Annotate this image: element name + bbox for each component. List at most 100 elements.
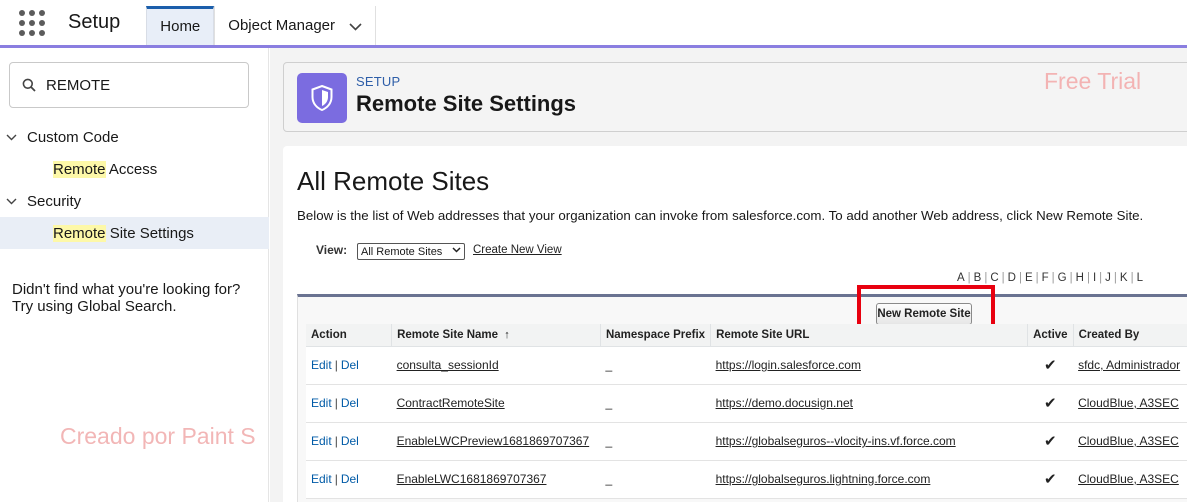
alpha-filter-letter[interactable]: G bbox=[1058, 272, 1067, 284]
app-name: Setup bbox=[68, 11, 121, 33]
alpha-filter-letter[interactable]: C bbox=[990, 272, 998, 284]
edit-link[interactable]: Edit bbox=[311, 472, 332, 486]
action-separator: | bbox=[334, 358, 338, 372]
tree-group-label: Security bbox=[27, 192, 82, 210]
app-launcher-icon bbox=[19, 9, 45, 36]
created-by-link[interactable]: CloudBlue, A3SEC bbox=[1073, 460, 1187, 499]
action-separator: | bbox=[334, 472, 338, 486]
tab-object-manager-label: Object Manager bbox=[228, 16, 336, 34]
quick-find-input[interactable] bbox=[46, 76, 226, 94]
alpha-separator: | bbox=[967, 272, 971, 284]
shield-icon bbox=[297, 73, 347, 123]
delete-link[interactable]: Del bbox=[341, 472, 359, 486]
sidebar-item-remote-site-settings[interactable]: Remote Site Settings bbox=[0, 217, 269, 249]
tab-object-manager[interactable]: Object Manager bbox=[214, 6, 377, 46]
tree-group-security[interactable]: Security bbox=[0, 185, 269, 217]
intro-text: Below is the list of Web addresses that … bbox=[297, 208, 1144, 223]
remote-site-name-link[interactable]: EnableLWC1681869707367 bbox=[391, 460, 601, 499]
alpha-separator: | bbox=[1069, 272, 1073, 284]
chevron-down-icon bbox=[452, 245, 461, 255]
namespace-prefix-cell: _ bbox=[600, 422, 711, 461]
action-cell: Edit | Del bbox=[306, 384, 392, 423]
alpha-filter-letter[interactable]: F bbox=[1042, 272, 1049, 284]
alpha-filter-letter[interactable]: J bbox=[1105, 272, 1111, 284]
column-header-created-by: Created By bbox=[1073, 324, 1187, 347]
sort-ascending-icon: ↑ bbox=[504, 328, 510, 341]
tree-group-custom-code[interactable]: Custom Code bbox=[0, 121, 269, 153]
table-row: Edit | Del consulta_sessionId _ https://login… bbox=[306, 346, 1187, 385]
alpha-filter-letter[interactable]: K bbox=[1120, 272, 1128, 284]
alpha-separator: | bbox=[1051, 272, 1055, 284]
edit-link[interactable]: Edit bbox=[311, 434, 332, 448]
alpha-separator: | bbox=[1113, 272, 1117, 284]
global-search-hint: Didn't find what you're looking for? Try… bbox=[12, 281, 240, 315]
created-by-link[interactable]: sfdc, Administrador bbox=[1073, 346, 1187, 385]
remote-site-name-link[interactable]: EnableLWCPreview1681869707367 bbox=[391, 422, 601, 461]
alpha-separator: | bbox=[1001, 272, 1005, 284]
created-by-link[interactable]: CloudBlue, A3SEC bbox=[1073, 384, 1187, 423]
alpha-filter-letter[interactable]: B bbox=[974, 272, 982, 284]
alpha-filter-letter[interactable]: D bbox=[1008, 272, 1016, 284]
alpha-filter-letter[interactable]: H bbox=[1076, 272, 1084, 284]
active-checkmark-icon: ✔ bbox=[1027, 384, 1074, 423]
chevron-down-icon bbox=[6, 194, 17, 208]
active-checkmark-icon: ✔ bbox=[1027, 460, 1074, 499]
column-header-remote-site-url: Remote Site URL bbox=[710, 324, 1029, 347]
alpha-filter-letter[interactable]: A bbox=[957, 272, 965, 284]
delete-link[interactable]: Del bbox=[341, 396, 359, 410]
action-cell: Edit | Del bbox=[306, 422, 392, 461]
sidebar-item-label: Site Settings bbox=[105, 224, 194, 242]
column-header-namespace-prefix: Namespace Prefix bbox=[600, 324, 712, 347]
alpha-separator: | bbox=[1035, 272, 1039, 284]
edit-link[interactable]: Edit bbox=[311, 358, 332, 372]
quick-find-box[interactable] bbox=[9, 62, 249, 108]
search-highlight: Remote bbox=[53, 224, 106, 242]
created-by-link[interactable]: CloudBlue, A3SEC bbox=[1073, 422, 1187, 461]
view-select-value: All Remote Sites bbox=[361, 245, 443, 258]
alpha-filter-letter[interactable]: E bbox=[1025, 272, 1033, 284]
edit-link[interactable]: Edit bbox=[311, 396, 332, 410]
sidebar-item-remote-access[interactable]: Remote Access bbox=[0, 153, 269, 185]
alpha-filter: A | B | C | D | E | F | G | H | I | J | K | L bbox=[957, 272, 1146, 284]
remote-site-url-link[interactable]: https://login.salesforce.com bbox=[710, 346, 1028, 385]
view-select[interactable]: All Remote Sites bbox=[357, 243, 465, 260]
chevron-down-icon[interactable] bbox=[349, 6, 362, 46]
table-header-row: Action Remote Site Name ↑ Namespace Pref… bbox=[306, 324, 1187, 347]
table-row: Edit | Del EnableLWCPreview1681869707367 _ ht… bbox=[306, 422, 1187, 461]
alpha-separator: | bbox=[1086, 272, 1090, 284]
alpha-filter-letter[interactable]: L bbox=[1137, 272, 1143, 284]
action-cell: Edit | Del bbox=[306, 346, 392, 385]
global-search-line: Try using Global Search. bbox=[12, 298, 177, 315]
namespace-prefix-cell: _ bbox=[600, 460, 711, 499]
column-header-active: Active bbox=[1027, 324, 1074, 347]
breadcrumb: SETUP bbox=[356, 74, 401, 89]
alpha-separator: | bbox=[1130, 272, 1134, 284]
new-remote-site-button[interactable]: New Remote Site bbox=[876, 303, 972, 325]
create-new-view-link[interactable]: Create New View bbox=[473, 244, 562, 256]
remote-site-url-link[interactable]: https://globalseguros--vlocity-ins.vf.fo… bbox=[710, 422, 1028, 461]
page-header: SETUP Remote Site Settings Free Trial bbox=[283, 62, 1187, 132]
list-title: All Remote Sites bbox=[297, 166, 490, 196]
remote-site-name-link[interactable]: consulta_sessionId bbox=[391, 346, 601, 385]
action-separator: | bbox=[334, 396, 338, 410]
remote-sites-list: New Remote Site Action Remote Site Name … bbox=[297, 285, 1187, 502]
column-header-action: Action bbox=[306, 324, 393, 347]
column-header-label: Remote Site Name bbox=[397, 328, 499, 341]
delete-link[interactable]: Del bbox=[341, 434, 359, 448]
remote-site-name-link[interactable]: ContractRemoteSite bbox=[391, 384, 601, 423]
tab-home[interactable]: Home bbox=[146, 6, 215, 45]
delete-link[interactable]: Del bbox=[341, 358, 359, 372]
column-header-remote-site-name[interactable]: Remote Site Name ↑ bbox=[391, 324, 601, 347]
remote-site-url-link[interactable]: https://globalseguros.lightning.force.co… bbox=[710, 460, 1028, 499]
free-trial-watermark: Free Trial bbox=[1044, 68, 1142, 94]
not-found-line: Didn't find what you're looking for? bbox=[12, 281, 241, 298]
namespace-prefix-cell: _ bbox=[600, 346, 711, 385]
global-header: Setup Home Object Manager bbox=[0, 0, 1187, 48]
chevron-down-icon bbox=[6, 130, 17, 144]
search-icon bbox=[22, 78, 36, 92]
alpha-filter-letter[interactable]: I bbox=[1093, 272, 1096, 284]
app-launcher-button[interactable] bbox=[8, 0, 56, 45]
remote-site-url-link[interactable]: https://demo.docusign.net bbox=[710, 384, 1028, 423]
table-row: Edit | Del EnableLWC1681869707367 _ https://g… bbox=[306, 460, 1187, 499]
alpha-separator: | bbox=[984, 272, 988, 284]
